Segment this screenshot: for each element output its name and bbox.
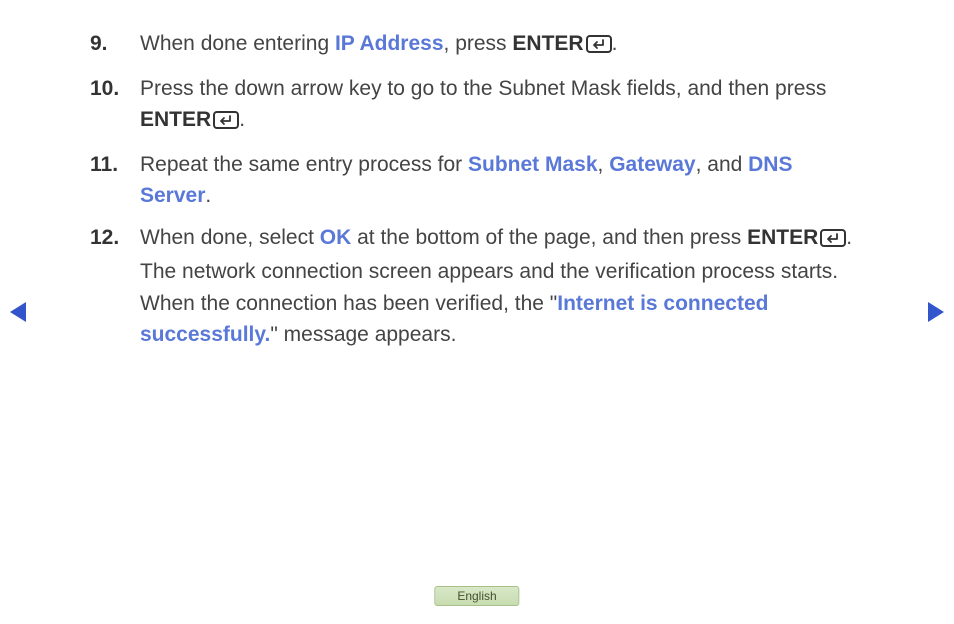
triangle-right-icon	[926, 300, 946, 324]
list-item: 9.When done entering IP Address, press E…	[90, 28, 864, 63]
previous-page-button[interactable]	[8, 300, 28, 329]
triangle-left-icon	[8, 300, 28, 324]
highlight-term: OK	[320, 226, 352, 249]
bold-term: ENTER	[512, 32, 583, 55]
text-segment: , and	[696, 153, 749, 176]
step-number: 9.	[90, 28, 140, 63]
step-number: 10.	[90, 73, 140, 139]
step-body: Repeat the same entry process for Subnet…	[140, 149, 864, 212]
enter-key-icon	[820, 225, 846, 257]
language-label: English	[457, 589, 496, 603]
step-body: Press the down arrow key to go to the Su…	[140, 73, 864, 139]
step-body: When done, select OK at the bottom of th…	[140, 222, 864, 351]
text-segment: When done, select	[140, 226, 320, 249]
bold-term: ENTER	[747, 226, 818, 249]
text-segment: .	[612, 32, 618, 55]
text-segment: Press the down arrow key to go to the Su…	[140, 77, 826, 100]
text-segment: " message appears.	[270, 323, 456, 346]
list-item: 10.Press the down arrow key to go to the…	[90, 73, 864, 139]
text-segment: Repeat the same entry process for	[140, 153, 468, 176]
language-badge[interactable]: English	[434, 586, 519, 606]
step-number: 12.	[90, 222, 140, 351]
next-page-button[interactable]	[926, 300, 946, 329]
highlight-term: Subnet Mask	[468, 153, 598, 176]
text-segment: .	[205, 184, 211, 207]
text-segment: ,	[598, 153, 610, 176]
list-item: 12.When done, select OK at the bottom of…	[90, 222, 864, 351]
text-segment: at the bottom of the page, and then pres…	[351, 226, 747, 249]
instruction-list: 9.When done entering IP Address, press E…	[0, 0, 954, 351]
step-body: When done entering IP Address, press ENT…	[140, 28, 864, 63]
text-segment: .	[239, 108, 245, 131]
highlight-term: Gateway	[609, 153, 695, 176]
text-segment: , press	[444, 32, 513, 55]
step-number: 11.	[90, 149, 140, 212]
enter-key-icon	[213, 107, 239, 139]
list-item: 11.Repeat the same entry process for Sub…	[90, 149, 864, 212]
highlight-term: IP Address	[335, 32, 444, 55]
enter-key-icon	[586, 31, 612, 63]
text-segment: When done entering	[140, 32, 335, 55]
bold-term: ENTER	[140, 108, 211, 131]
